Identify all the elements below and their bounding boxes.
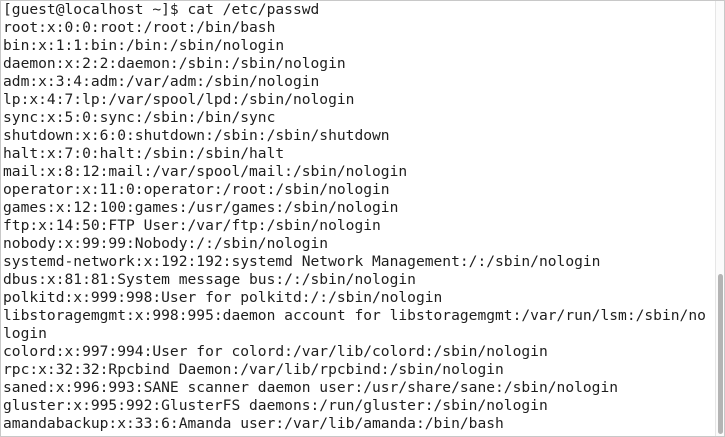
output-line: sync:x:5:0:sync:/sbin:/bin/sync [3,109,276,126]
output-line: operator:x:11:0:operator:/root:/sbin/nol… [3,181,390,198]
output-line: amandabackup:x:33:6:Amanda user:/var/lib… [3,415,504,432]
output-line: ftp:x:14:50:FTP User:/var/ftp:/sbin/nolo… [3,217,381,234]
output-line: daemon:x:2:2:daemon:/sbin:/sbin/nologin [3,55,346,72]
output-line: dbus:x:81:81:System message bus:/:/sbin/… [3,271,416,288]
terminal-output[interactable]: [guest@localhost ~]$ cat /etc/passwd roo… [3,1,715,436]
output-line: bin:x:1:1:bin:/bin:/sbin/nologin [3,37,285,54]
output-line: halt:x:7:0:halt:/sbin:/sbin/halt [3,145,285,162]
output-line: rpc:x:32:32:Rpcbind Daemon:/var/lib/rpcb… [3,361,504,378]
output-line: libstoragemgmt:x:998:995:daemon account … [3,307,706,324]
output-line: lp:x:4:7:lp:/var/spool/lpd:/sbin/nologin [3,91,355,108]
output-line: shutdown:x:6:0:shutdown:/sbin:/sbin/shut… [3,127,390,144]
output-line: saned:x:996:993:SANE scanner daemon user… [3,379,619,396]
output-line-wrapped: login [3,325,47,342]
vertical-scrollbar[interactable] [715,1,724,436]
output-line: nobody:x:99:99:Nobody:/:/sbin/nologin [3,235,329,252]
output-line: gluster:x:995:992:GlusterFS daemons:/run… [3,397,548,414]
output-line: games:x:12:100:games:/usr/games:/sbin/no… [3,199,399,216]
output-line: mail:x:8:12:mail:/var/spool/mail:/sbin/n… [3,163,408,180]
output-line: polkitd:x:999:998:User for polkitd:/:/sb… [3,289,443,306]
output-line: systemd-network:x:192:192:systemd Networ… [3,253,601,270]
output-line: adm:x:3:4:adm:/var/adm:/sbin/nologin [3,73,320,90]
terminal-window[interactable]: [guest@localhost ~]$ cat /etc/passwd roo… [0,0,725,437]
output-line: root:x:0:0:root:/root:/bin/bash [3,19,276,36]
output-line: colord:x:997:994:User for colord:/var/li… [3,343,548,360]
scrollbar-thumb[interactable] [718,274,723,434]
command-prompt-line: [guest@localhost ~]$ cat /etc/passwd [3,1,320,18]
